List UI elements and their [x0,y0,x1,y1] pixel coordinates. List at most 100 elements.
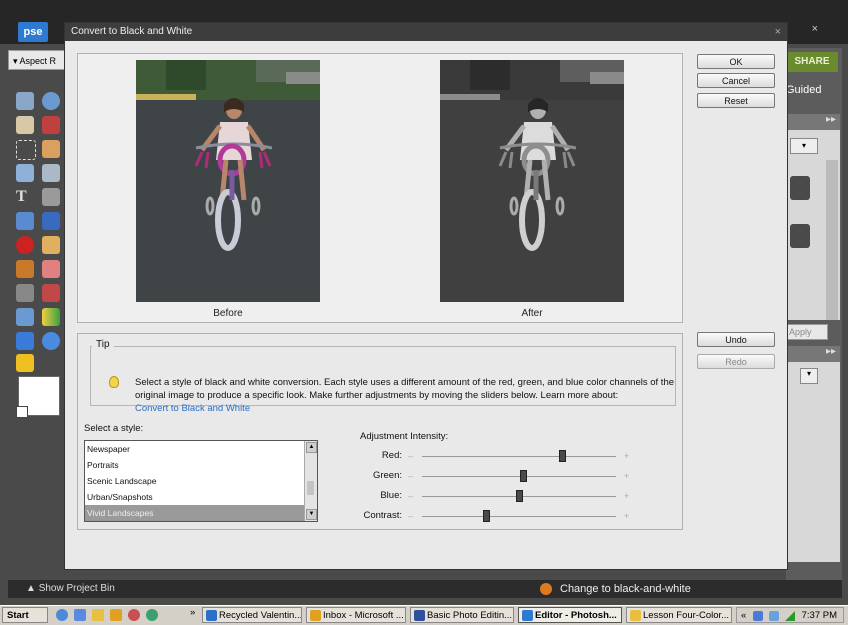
magic-wand-tool-icon[interactable] [16,164,34,182]
close-icon[interactable]: × [775,23,781,41]
scroll-thumb[interactable] [307,481,314,495]
start-button[interactable]: Start [2,607,48,623]
sponge-tool-icon[interactable] [16,354,34,372]
signal-icon[interactable] [785,611,795,621]
smart-brush-icon[interactable] [42,284,60,302]
list-scrollbar[interactable]: ▲ ▼ [304,441,317,521]
lasso-tool-icon[interactable] [42,140,60,158]
list-item[interactable]: Portraits [85,457,307,473]
network-icon[interactable] [769,611,779,621]
dialog-title: Convert to Black and White [71,26,193,37]
zoom-tool-icon[interactable] [42,92,60,110]
style-listbox[interactable]: Newspaper Portraits Scenic Landscape Urb… [84,440,318,522]
taskbar-button[interactable]: Recycled Valentin... [202,607,302,623]
marquee-tool-icon[interactable] [16,140,36,160]
share-tab[interactable]: SHARE [786,52,838,72]
slider-track[interactable] [422,456,616,457]
clock-app-icon[interactable] [146,609,158,621]
scroll-down-icon[interactable]: ▼ [306,509,317,520]
taskbar-button[interactable]: Lesson Four-Color... [626,607,732,623]
list-item-selected[interactable]: Vivid Landscapes [85,505,307,521]
task-icon [522,610,533,621]
apply-button[interactable]: Apply [786,324,828,340]
ie-icon[interactable] [56,609,68,621]
pse-logo: pse [18,22,48,42]
green-slider-thumb[interactable] [519,470,527,482]
clock: 7:37 PM [801,610,837,621]
taskbar-button[interactable]: Inbox - Microsoft ... [306,607,406,623]
eraser-tool-icon[interactable] [42,260,60,278]
minus-icon: – [408,471,414,481]
eyedropper-tool-icon[interactable] [42,116,60,134]
learn-more-link[interactable]: Convert to Black and White [135,402,675,415]
task-label: Recycled Valentin... [219,610,302,621]
status-action-text: Change to black-and-white [560,583,691,595]
aspect-ratio-dropdown[interactable]: ▾ Aspect R [8,50,66,70]
straighten-tool-icon[interactable] [42,212,60,230]
cancel-button[interactable]: Cancel [697,73,775,88]
folder-icon[interactable] [92,609,104,621]
tray-chevron[interactable]: « [741,608,746,624]
effects-category-dropdown[interactable]: ▾ [790,138,818,154]
clone-stamp-icon[interactable] [16,260,34,278]
show-project-bin-button[interactable]: ▲ Show Project Bin [26,580,115,598]
scroll-up-icon[interactable]: ▲ [306,442,317,453]
system-tray: « 7:37 PM [736,607,844,623]
task-icon [206,610,217,621]
red-slider-thumb[interactable] [558,450,566,462]
guided-tab[interactable]: Guided [786,84,821,96]
reset-button[interactable]: Reset [697,93,775,108]
shape-tool-icon[interactable] [16,332,34,350]
before-label: Before [213,308,243,319]
calendar-icon[interactable] [110,609,122,621]
dialog-titlebar: Convert to Black and White × [65,23,787,41]
hand-tool-icon[interactable] [16,116,34,134]
project-bin-label: Show Project Bin [38,583,115,594]
slider-label: Contrast: [363,510,402,521]
crop-tool-icon[interactable] [42,188,60,206]
media-icon[interactable] [128,609,140,621]
ok-button[interactable]: OK [697,54,775,69]
blur-tool-icon[interactable] [42,332,60,350]
plus-icon: + [624,451,630,461]
effect-thumbnail[interactable] [790,224,810,248]
red-eye-tool-icon[interactable] [16,236,34,254]
selection-brush-icon[interactable] [42,164,60,182]
effect-thumbnail[interactable] [790,176,810,200]
background-color-swatch[interactable] [16,406,28,418]
start-label: Start [7,610,29,621]
brush-tool-icon[interactable] [16,284,34,302]
before-preview-image [136,60,320,302]
layers-panel-body [786,362,840,562]
type-tool-icon[interactable]: T [16,188,34,206]
quicklaunch-chevron[interactable]: » [190,607,195,618]
effects-scrollbar[interactable] [826,160,838,320]
task-label: Basic Photo Editin... [427,610,513,621]
slider-track[interactable] [422,516,616,517]
outlook-icon[interactable] [74,609,86,621]
panel-header-layers[interactable]: ▸▸ [786,346,840,362]
panel-header-effects[interactable]: ▸▸ [786,114,840,130]
contrast-slider-thumb[interactable] [483,510,491,522]
list-item[interactable]: Scenic Landscape [85,473,307,489]
paint-bucket-icon[interactable] [16,308,34,326]
blue-slider-thumb[interactable] [516,490,523,502]
opacity-dropdown[interactable]: ▾ [800,368,818,384]
tip-box: Select a style of black and white conver… [90,346,676,414]
redo-button[interactable]: Redo [697,354,775,369]
task-label: Lesson Four-Color... [643,610,730,621]
tip-body: Select a style of black and white conver… [135,377,675,401]
undo-button[interactable]: Undo [697,332,775,347]
minus-icon: – [408,451,414,461]
slider-label: Red: [381,450,402,461]
cookie-cutter-icon[interactable] [16,212,34,230]
taskbar-button[interactable]: Basic Photo Editin... [410,607,514,623]
list-item[interactable]: Urban/Snapshots [85,489,307,505]
taskbar-button-active[interactable]: Editor - Photosh... [518,607,622,623]
healing-brush-icon[interactable] [42,236,60,254]
task-icon [414,610,425,621]
volume-icon[interactable] [753,611,763,621]
list-item[interactable]: Newspaper [85,441,307,457]
gradient-tool-icon[interactable] [42,308,60,326]
move-tool-icon[interactable] [16,92,34,110]
